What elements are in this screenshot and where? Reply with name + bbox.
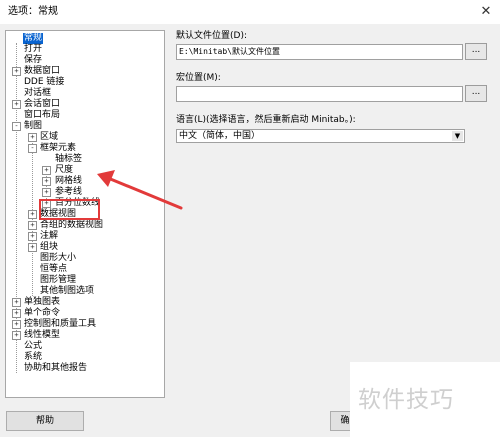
tree-item-label: 单个命令	[24, 308, 61, 318]
expand-icon[interactable]: +	[42, 166, 51, 175]
expand-icon[interactable]: +	[12, 298, 21, 307]
expand-icon[interactable]: +	[12, 67, 21, 76]
highlight-box	[39, 199, 100, 220]
collapse-icon[interactable]: -	[12, 122, 21, 131]
default-location-label: 默认文件位置(D):	[176, 31, 247, 41]
tree-item-label: 图形大小	[40, 253, 77, 263]
default-location-field[interactable]: E:\Minitab\默认文件位置	[176, 44, 463, 60]
tree-item-label: 控制图和质量工具	[24, 319, 97, 329]
macro-location-browse-button[interactable]: ...	[465, 85, 487, 102]
title-bar: 选项：常规 ✕	[0, 0, 500, 24]
tree-item-label: 恒等点	[40, 264, 68, 274]
tree-item-label: DDE 链接	[24, 77, 65, 87]
default-location-browse-button[interactable]: ...	[465, 43, 487, 60]
tree-item-label: 协助和其他报告	[24, 363, 88, 373]
language-value: 中文（简体，中国）	[179, 131, 261, 141]
tree-item-label: 系统	[24, 352, 43, 362]
tree-item-label: 窗口布局	[24, 110, 61, 120]
watermark-area: 软件技巧	[350, 362, 500, 437]
language-label: 语言(L)(选择语言，然后重新启动 Minitab。):	[176, 115, 356, 125]
tree-item-label: 保存	[24, 55, 43, 65]
window-title: 选项：常规	[8, 6, 58, 17]
tree-item-label: 参考线	[55, 187, 83, 197]
expand-icon[interactable]: +	[42, 177, 51, 186]
expand-icon[interactable]: +	[12, 309, 21, 318]
tree-item-label: 公式	[24, 341, 43, 351]
tree-item-label: 线性模型	[24, 330, 61, 340]
tree-item-label: 框架元素	[40, 143, 77, 153]
close-icon[interactable]: ✕	[478, 4, 494, 20]
expand-icon[interactable]: +	[28, 133, 37, 142]
expand-icon[interactable]: +	[12, 320, 21, 329]
tree-item-label: 区域	[40, 132, 59, 142]
options-tree[interactable]: 常规 打开 保存 + 数据窗口 DDE 链接 对话框 + 会话窗口 窗口布局 -…	[5, 30, 165, 398]
tree-item-label: 组块	[40, 242, 59, 252]
macro-location-field[interactable]	[176, 86, 463, 102]
tree-item-label: 其他制图选项	[40, 286, 95, 296]
tree-item-label: 打开	[24, 44, 43, 54]
expand-icon[interactable]: +	[12, 331, 21, 340]
tree-item-label: 轴标签	[55, 154, 83, 164]
tree-item-label: 常规	[23, 33, 44, 44]
tree-item-label: 会话窗口	[24, 99, 61, 109]
tree-item-label: 注解	[40, 231, 59, 241]
macro-location-label: 宏位置(M):	[176, 73, 221, 83]
language-select[interactable]: 中文（简体，中国） ▼	[176, 129, 465, 143]
tree-item-label: 尺度	[55, 165, 74, 175]
expand-icon[interactable]: +	[28, 243, 37, 252]
expand-icon[interactable]: +	[42, 188, 51, 197]
expand-icon[interactable]: +	[12, 100, 21, 109]
tree-guide-line	[32, 143, 33, 296]
tree-item-label: 数据窗口	[24, 66, 61, 76]
expand-icon[interactable]: +	[28, 210, 37, 219]
chevron-down-icon[interactable]: ▼	[452, 131, 463, 141]
collapse-icon[interactable]: -	[28, 144, 37, 153]
tree-item-label: 网格线	[55, 176, 83, 186]
tree-item-label: 单独图表	[24, 297, 61, 307]
tree-item-label: 图形管理	[40, 275, 77, 285]
tree-item-label: 合组的数据视图	[40, 220, 104, 230]
help-button[interactable]: 帮助	[6, 411, 84, 431]
tree-item-label: 制图	[24, 121, 43, 131]
watermark-text: 软件技巧	[358, 387, 454, 413]
tree-item-label: 对话框	[24, 88, 52, 98]
expand-icon[interactable]: +	[28, 221, 37, 230]
expand-icon[interactable]: +	[28, 232, 37, 241]
options-dialog: 选项：常规 ✕ 常规 打开 保存 + 数据窗口 DDE 链接 对话框 + 会话窗…	[0, 0, 500, 437]
